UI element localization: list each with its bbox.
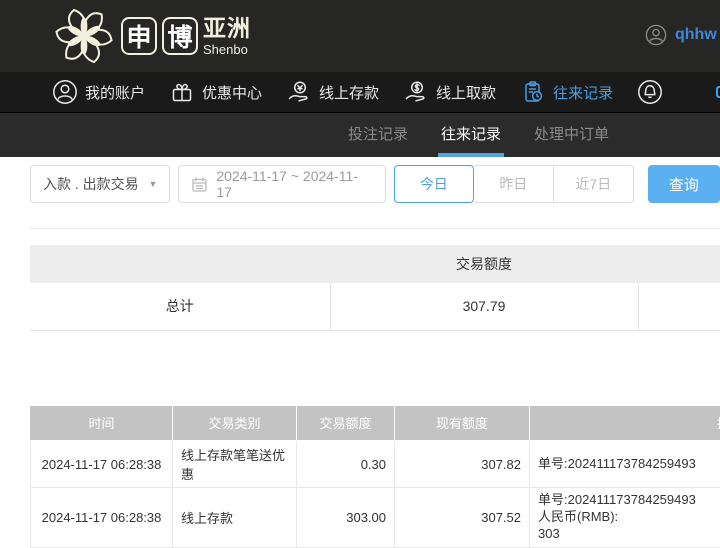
records-header-row: 时间 交易类别 交易额度 现有额度 摘要 bbox=[31, 406, 720, 441]
records-table: 时间 交易类别 交易额度 现有额度 摘要 2024-11-17 06:28:38… bbox=[30, 406, 720, 548]
currency-line: 人民币(RMB): bbox=[538, 509, 720, 526]
nav-label: 我的账户 bbox=[85, 82, 145, 103]
section-divider bbox=[30, 228, 720, 229]
tab-betting-records[interactable]: 投注记录 bbox=[345, 113, 411, 157]
cell-summary: 单号:202411173784259493 bbox=[530, 441, 720, 488]
search-button[interactable]: 查询 bbox=[648, 165, 720, 203]
nav-item-notifications[interactable] bbox=[637, 79, 663, 105]
top-header: 申 博 亚洲 Shenbo qhhw bbox=[0, 0, 720, 72]
cell-type: 线上存款 bbox=[173, 488, 297, 548]
today-button[interactable]: 今日 bbox=[394, 165, 474, 203]
nav-item-transactions[interactable]: 往来记录 bbox=[520, 79, 613, 105]
cell-summary: 单号:202411173784259493 人民币(RMB): 303 bbox=[530, 488, 720, 548]
summary-table: 交易额度 总计 307.79 bbox=[30, 245, 720, 331]
nav-item-withdraw[interactable]: 线上取款 bbox=[403, 79, 496, 105]
user-account[interactable]: qhhw bbox=[645, 24, 717, 46]
col-header-summary: 摘要 bbox=[530, 406, 720, 441]
calendar-icon bbox=[191, 176, 208, 193]
username-text: qhhw bbox=[675, 26, 717, 44]
nav-item-promotions[interactable]: 优惠中心 bbox=[169, 79, 262, 105]
nav-label: 优惠中心 bbox=[202, 82, 262, 103]
cell-amount: 303.00 bbox=[297, 488, 395, 548]
logo-english-text: Shenbo bbox=[203, 43, 251, 56]
nav-item-my-account[interactable]: 我的账户 bbox=[52, 79, 145, 105]
summary-header-empty2 bbox=[638, 245, 720, 283]
cell-balance: 307.52 bbox=[395, 488, 530, 548]
nav-item-deposit[interactable]: 线上存款 bbox=[286, 79, 379, 105]
order-number: 单号:202411173784259493 bbox=[538, 456, 720, 473]
record-tabs: 投注记录 往来记录 处理中订单 bbox=[0, 113, 720, 157]
summary-total-value: 307.79 bbox=[330, 283, 638, 330]
nav-label: 线上取款 bbox=[436, 82, 496, 103]
lotus-flower-icon bbox=[52, 4, 116, 68]
yesterday-button[interactable]: 昨日 bbox=[474, 165, 554, 203]
user-icon bbox=[52, 79, 78, 105]
nav-label: 线上存款 bbox=[319, 82, 379, 103]
transaction-type-value: 入款 . 出款交易 bbox=[43, 174, 139, 194]
logo-char-bo: 博 bbox=[162, 17, 198, 55]
summary-header-row: 交易额度 bbox=[30, 245, 720, 283]
main-navigation: 我的账户 优惠中心 线上存款 bbox=[0, 72, 720, 113]
summary-header-amount: 交易额度 bbox=[330, 245, 638, 283]
table-row: 2024-11-17 06:28:38 线上存款 303.00 307.52 单… bbox=[31, 488, 720, 548]
table-row: 2024-11-17 06:28:38 线上存款笔笔送优惠 0.30 307.8… bbox=[31, 441, 720, 488]
currency-amount: 303 bbox=[538, 526, 720, 543]
filter-bar: 入款 . 出款交易 ▼ 2024-11-17 ~ 2024-11-17 今日 昨… bbox=[0, 157, 720, 203]
summary-total-empty bbox=[638, 283, 720, 330]
cell-amount: 0.30 bbox=[297, 441, 395, 488]
quick-date-group: 今日 昨日 近7日 bbox=[394, 165, 634, 203]
bell-icon bbox=[637, 79, 663, 105]
date-range-value: 2024-11-17 ~ 2024-11-17 bbox=[216, 168, 372, 200]
summary-total-label: 总计 bbox=[30, 283, 330, 330]
cell-time: 2024-11-17 06:28:38 bbox=[31, 488, 173, 548]
date-range-input[interactable]: 2024-11-17 ~ 2024-11-17 bbox=[178, 165, 385, 203]
chevron-down-icon: ▼ bbox=[149, 179, 158, 189]
nav-label: 往来记录 bbox=[553, 82, 613, 103]
avatar-icon bbox=[645, 24, 667, 46]
logo-region-text: 亚洲 bbox=[203, 17, 251, 40]
deposit-coin-hand-icon bbox=[286, 79, 312, 105]
transaction-type-select[interactable]: 入款 . 出款交易 ▼ bbox=[30, 165, 170, 203]
col-header-type: 交易类别 bbox=[173, 406, 297, 441]
clipboard-clock-icon bbox=[520, 79, 546, 105]
partial-next-icon bbox=[716, 86, 720, 98]
last-7-days-button[interactable]: 近7日 bbox=[554, 165, 634, 203]
gift-icon bbox=[169, 79, 195, 105]
cell-balance: 307.82 bbox=[395, 441, 530, 488]
brand-logo[interactable]: 申 博 亚洲 Shenbo bbox=[52, 4, 251, 68]
logo-char-shen: 申 bbox=[121, 17, 157, 55]
tab-pending-orders[interactable]: 处理中订单 bbox=[531, 113, 612, 157]
cell-type: 线上存款笔笔送优惠 bbox=[173, 441, 297, 488]
col-header-amount: 交易额度 bbox=[297, 406, 395, 441]
withdraw-coin-hand-icon bbox=[403, 79, 429, 105]
col-header-balance: 现有额度 bbox=[395, 406, 530, 441]
tab-transaction-records[interactable]: 往来记录 bbox=[438, 113, 504, 157]
summary-total-row: 总计 307.79 bbox=[30, 283, 720, 330]
order-number: 单号:202411173784259493 bbox=[538, 492, 720, 509]
col-header-time: 时间 bbox=[31, 406, 173, 441]
summary-header-empty bbox=[30, 245, 330, 283]
cell-time: 2024-11-17 06:28:38 bbox=[31, 441, 173, 488]
